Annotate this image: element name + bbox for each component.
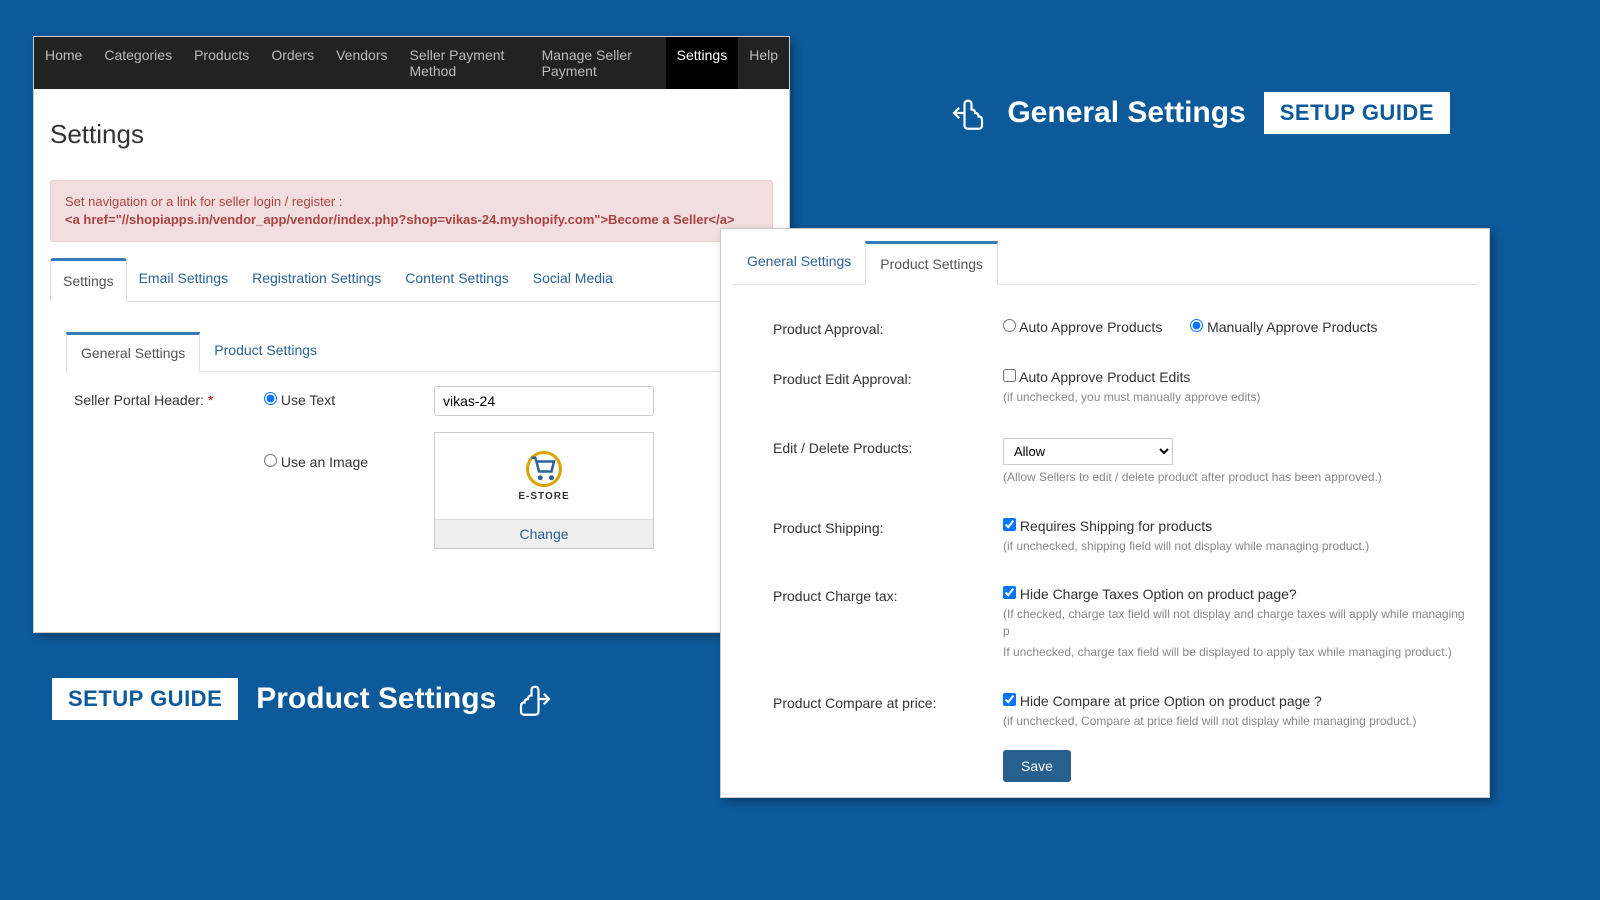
nav-manage-seller-payment[interactable]: Manage Seller Payment: [531, 37, 666, 89]
product-settings-tabs: General Settings Product Settings: [733, 241, 1477, 285]
nav-categories[interactable]: Categories: [93, 37, 183, 89]
nav-orders[interactable]: Orders: [260, 37, 325, 89]
tab-settings[interactable]: Settings: [50, 258, 127, 302]
alert-line2: <a href="//shopiapps.in/vendor_app/vendo…: [65, 212, 735, 227]
nav-settings[interactable]: Settings: [666, 37, 739, 89]
pointing-hand-right-icon: [514, 678, 556, 720]
settings-window: Home Categories Products Orders Vendors …: [33, 36, 790, 633]
subtab-product-settings[interactable]: Product Settings: [200, 332, 331, 371]
product-edit-approval-label: Product Edit Approval:: [773, 369, 1003, 406]
logo-preview: E-STORE: [435, 433, 653, 519]
setup-guide-badge: SETUP GUIDE: [1264, 92, 1450, 134]
auto-approve-products-radio[interactable]: Auto Approve Products: [1003, 319, 1162, 335]
tab-registration-settings[interactable]: Registration Settings: [240, 258, 393, 301]
hide-charge-taxes-checkbox[interactable]: Hide Charge Taxes Option on product page…: [1003, 586, 1297, 602]
tax-hint-1: (If checked, charge tax field will not d…: [1003, 606, 1467, 640]
manually-approve-products-radio[interactable]: Manually Approve Products: [1190, 319, 1377, 335]
tab-social-media[interactable]: Social Media: [521, 258, 625, 301]
alert-banner: Set navigation or a link for seller logi…: [50, 180, 773, 242]
edit-approval-hint: (if unchecked, you must manually approve…: [1003, 389, 1467, 406]
product-approval-label: Product Approval:: [773, 319, 1003, 337]
product-charge-tax-label: Product Charge tax:: [773, 586, 1003, 660]
tab-content-settings[interactable]: Content Settings: [393, 258, 521, 301]
edit-delete-hint: (Allow Sellers to edit / delete product …: [1003, 469, 1467, 486]
page-title: Settings: [34, 89, 789, 166]
nav-seller-payment-method[interactable]: Seller Payment Method: [398, 37, 530, 89]
settings-subtabs: General Settings Product Settings: [66, 332, 773, 372]
product-settings-header: SETUP GUIDE Product Settings: [52, 678, 556, 720]
general-settings-title: General Settings: [1007, 96, 1245, 130]
header-image-uploader: E-STORE Change: [434, 432, 654, 549]
product-compare-at-price-label: Product Compare at price:: [773, 693, 1003, 730]
nav-vendors[interactable]: Vendors: [325, 37, 398, 89]
nav-home[interactable]: Home: [34, 37, 93, 89]
use-image-radio[interactable]: Use an Image: [264, 448, 434, 476]
seller-portal-header-label: Seller Portal Header: *: [74, 386, 264, 549]
setup-guide-badge-2: SETUP GUIDE: [52, 678, 238, 720]
settings-tabs: Settings Email Settings Registration Set…: [50, 258, 773, 302]
tab-email-settings[interactable]: Email Settings: [127, 258, 240, 301]
shipping-hint: (if unchecked, shipping field will not d…: [1003, 538, 1467, 555]
change-image-button[interactable]: Change: [435, 519, 653, 548]
top-nav: Home Categories Products Orders Vendors …: [34, 37, 789, 89]
save-button[interactable]: Save: [1003, 750, 1071, 782]
compare-hint: (if unchecked, Compare at price field wi…: [1003, 713, 1467, 730]
product-settings-window: General Settings Product Settings Produc…: [720, 228, 1490, 798]
header-mode-radiogroup: Use Text Use an Image: [264, 386, 434, 549]
product-shipping-label: Product Shipping:: [773, 518, 1003, 555]
edit-delete-products-label: Edit / Delete Products:: [773, 438, 1003, 486]
logo-text: E-STORE: [518, 491, 569, 502]
tab-general-settings-2[interactable]: General Settings: [733, 241, 865, 284]
tab-product-settings-2[interactable]: Product Settings: [865, 241, 998, 285]
edit-delete-select[interactable]: Allow: [1003, 438, 1173, 465]
subtab-general-settings[interactable]: General Settings: [66, 332, 200, 372]
tax-hint-2: If unchecked, charge tax field will be d…: [1003, 644, 1467, 661]
auto-approve-edits-checkbox[interactable]: Auto Approve Product Edits: [1003, 369, 1190, 385]
header-text-input[interactable]: [434, 386, 654, 416]
cart-icon: [526, 451, 562, 487]
alert-line1: Set navigation or a link for seller logi…: [65, 193, 758, 211]
general-settings-header: General Settings SETUP GUIDE: [947, 92, 1450, 134]
requires-shipping-checkbox[interactable]: Requires Shipping for products: [1003, 518, 1212, 534]
nav-products[interactable]: Products: [183, 37, 260, 89]
nav-help[interactable]: Help: [738, 37, 789, 89]
pointing-hand-left-icon: [947, 92, 989, 134]
use-text-radio[interactable]: Use Text: [264, 386, 434, 414]
hide-compare-at-price-checkbox[interactable]: Hide Compare at price Option on product …: [1003, 693, 1322, 709]
product-settings-title: Product Settings: [256, 682, 496, 716]
